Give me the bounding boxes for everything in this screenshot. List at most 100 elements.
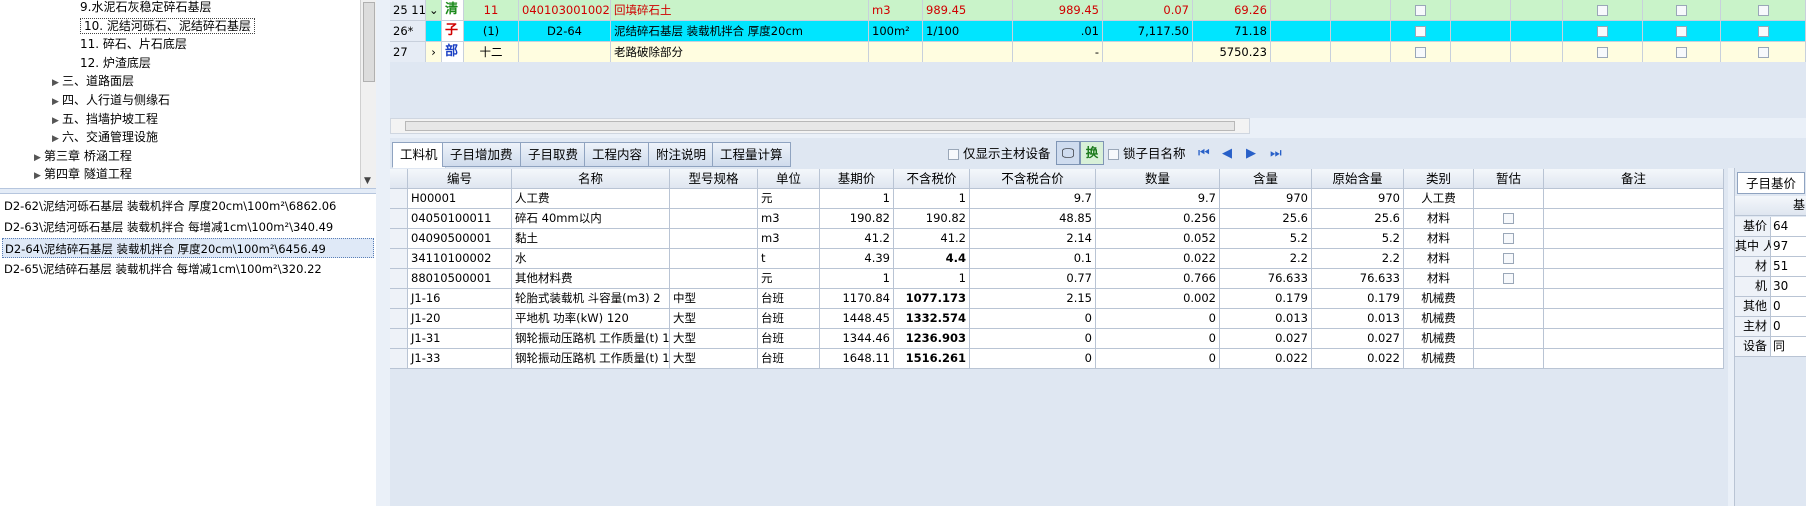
- header-note[interactable]: 备注: [1544, 169, 1724, 189]
- resource-row[interactable]: H00001 人工费元 1 1 9.7 9.7 970 970 人工费: [390, 189, 1724, 209]
- resource-cell-price[interactable]: 1: [894, 189, 970, 209]
- resource-cell-spec[interactable]: [670, 209, 758, 229]
- estimate-checkbox[interactable]: [1503, 253, 1514, 264]
- resource-cell-spec[interactable]: 大型: [670, 349, 758, 369]
- resource-cell-qty[interactable]: 0: [1096, 309, 1220, 329]
- resource-row[interactable]: 04050100011 碎石 40mm以内 m3 190.82 190.82 48.85 0…: [390, 209, 1724, 229]
- monitor-icon[interactable]: 🖵: [1056, 141, 1080, 165]
- resource-cell-cat[interactable]: 机械费: [1404, 329, 1474, 349]
- resource-cell-price[interactable]: 1236.903: [894, 329, 970, 349]
- resource-cell-orig[interactable]: 2.2: [1312, 249, 1404, 269]
- quota-list-item[interactable]: D2-63\泥结河砾石基层 装载机拌合 每增减1cm\100m²\340.49: [2, 217, 374, 237]
- resource-cell-cat[interactable]: 机械费: [1404, 289, 1474, 309]
- resource-cell-note[interactable]: [1544, 349, 1724, 369]
- resource-cell-sum[interactable]: 9.7: [970, 189, 1096, 209]
- bill-cell-total[interactable]: 5750.23: [1193, 42, 1271, 63]
- bill-cell-type[interactable]: 清: [442, 0, 464, 21]
- resource-cell-note[interactable]: [1544, 269, 1724, 289]
- scrollbar-thumb[interactable]: [363, 2, 375, 82]
- resource-cell-orig[interactable]: 970: [1312, 189, 1404, 209]
- bill-cell-id[interactable]: 11: [464, 0, 519, 21]
- resource-cell-code[interactable]: 34110100002: [408, 249, 512, 269]
- bill-cell-unit[interactable]: [869, 42, 923, 63]
- bill-cell-qty2[interactable]: .01: [1013, 21, 1103, 42]
- resource-cell-qty[interactable]: 0.022: [1096, 249, 1220, 269]
- resource-cell-content[interactable]: 0.013: [1220, 309, 1312, 329]
- header-qty[interactable]: 数量: [1096, 169, 1220, 189]
- resource-cell-unit[interactable]: 台班: [758, 289, 820, 309]
- resource-cell-est[interactable]: [1474, 329, 1544, 349]
- resource-cell-unit[interactable]: 台班: [758, 309, 820, 329]
- bill-cell-e2[interactable]: [1331, 0, 1391, 21]
- bill-cell-chk2[interactable]: [1563, 0, 1643, 21]
- resource-cell-content[interactable]: 0.027: [1220, 329, 1312, 349]
- resource-row[interactable]: 04090500001 黏土 m3 41.2 41.2 2.14 0.052 5.2 5.2 材料: [390, 229, 1724, 249]
- resource-cell-unit[interactable]: m3: [758, 229, 820, 249]
- resource-cell-content[interactable]: 970: [1220, 189, 1312, 209]
- bill-checkbox[interactable]: [1757, 47, 1769, 58]
- bill-cell-chk4[interactable]: [1721, 21, 1806, 42]
- bill-cell-type[interactable]: 子: [442, 21, 464, 42]
- resource-cell-orig[interactable]: 0.179: [1312, 289, 1404, 309]
- lock-name-option[interactable]: 锁子目名称: [1108, 144, 1186, 164]
- bill-cell-no[interactable]: 26*: [390, 21, 426, 42]
- bill-cell-chk1[interactable]: [1391, 21, 1451, 42]
- header-code[interactable]: 编号: [408, 169, 512, 189]
- bill-checkbox[interactable]: [1415, 5, 1426, 16]
- resource-cell-note[interactable]: [1544, 289, 1724, 309]
- quota-list-item[interactable]: D2-64\泥结碎石基层 装载机拌合 厚度20cm\100m²\6456.49: [2, 238, 374, 258]
- bill-cell-chk3[interactable]: [1643, 42, 1721, 63]
- resource-cell-qty[interactable]: 0: [1096, 349, 1220, 369]
- tab-5[interactable]: 工程量计算: [712, 142, 791, 167]
- resource-cell-note[interactable]: [1544, 229, 1724, 249]
- resource-cell-cat[interactable]: 材料: [1404, 229, 1474, 249]
- expand-icon[interactable]: ▶: [34, 166, 44, 187]
- resource-cell-name[interactable]: 黏土: [512, 229, 670, 249]
- bill-cell-no[interactable]: 25 11: [390, 0, 426, 21]
- bill-cell-chk1[interactable]: [1391, 0, 1451, 21]
- resource-cell-orig[interactable]: 0.022: [1312, 349, 1404, 369]
- swap-button[interactable]: 换: [1080, 141, 1104, 165]
- resource-cell-spec[interactable]: 大型: [670, 329, 758, 349]
- bill-checkbox[interactable]: [1676, 47, 1687, 58]
- tab-3[interactable]: 工程内容: [584, 142, 651, 167]
- resource-cell-unit[interactable]: m3: [758, 209, 820, 229]
- resource-cell-est[interactable]: [1474, 189, 1544, 209]
- resource-cell-sum[interactable]: 0: [970, 309, 1096, 329]
- resource-cell-cat[interactable]: 机械费: [1404, 309, 1474, 329]
- resource-cell-sum[interactable]: 0.1: [970, 249, 1096, 269]
- resource-cell-base[interactable]: 4.39: [820, 249, 894, 269]
- resource-cell-qty[interactable]: 0.002: [1096, 289, 1220, 309]
- resource-cell-note[interactable]: [1544, 309, 1724, 329]
- resource-cell-name[interactable]: 水: [512, 249, 670, 269]
- bill-cell-e2[interactable]: [1331, 42, 1391, 63]
- resource-cell-code[interactable]: 04050100011: [408, 209, 512, 229]
- bill-cell-e1[interactable]: [1271, 21, 1331, 42]
- resource-cell-note[interactable]: [1544, 249, 1724, 269]
- header-est[interactable]: 暂估: [1474, 169, 1544, 189]
- last-record-icon[interactable]: ⏭: [1270, 144, 1282, 164]
- resource-cell-base[interactable]: 1: [820, 269, 894, 289]
- resource-cell-base[interactable]: 1: [820, 189, 894, 209]
- resource-cell-content[interactable]: 0.022: [1220, 349, 1312, 369]
- resource-cell-est[interactable]: [1474, 269, 1544, 289]
- resource-cell-idx[interactable]: [390, 189, 408, 209]
- resource-cell-base[interactable]: 190.82: [820, 209, 894, 229]
- resource-cell-qty[interactable]: 9.7: [1096, 189, 1220, 209]
- bill-checkbox[interactable]: [1415, 47, 1426, 58]
- resource-cell-orig[interactable]: 0.013: [1312, 309, 1404, 329]
- resource-cell-code[interactable]: J1-31: [408, 329, 512, 349]
- resource-cell-content[interactable]: 2.2: [1220, 249, 1312, 269]
- bill-cell-chk3[interactable]: [1643, 21, 1721, 42]
- resource-cell-price[interactable]: 1332.574: [894, 309, 970, 329]
- resource-cell-est[interactable]: [1474, 229, 1544, 249]
- resource-cell-code[interactable]: J1-33: [408, 349, 512, 369]
- resource-cell-idx[interactable]: [390, 329, 408, 349]
- resource-cell-sum[interactable]: 48.85: [970, 209, 1096, 229]
- resource-row[interactable]: J1-16 轮胎式装载机 斗容量(m3) 2 中型 台班 1170.84 1077.173…: [390, 289, 1724, 309]
- resource-cell-note[interactable]: [1544, 209, 1724, 229]
- resource-cell-base[interactable]: 1648.11: [820, 349, 894, 369]
- bill-cell-price[interactable]: [1103, 42, 1193, 63]
- prev-record-icon[interactable]: ◀: [1222, 144, 1232, 164]
- resource-cell-unit[interactable]: t: [758, 249, 820, 269]
